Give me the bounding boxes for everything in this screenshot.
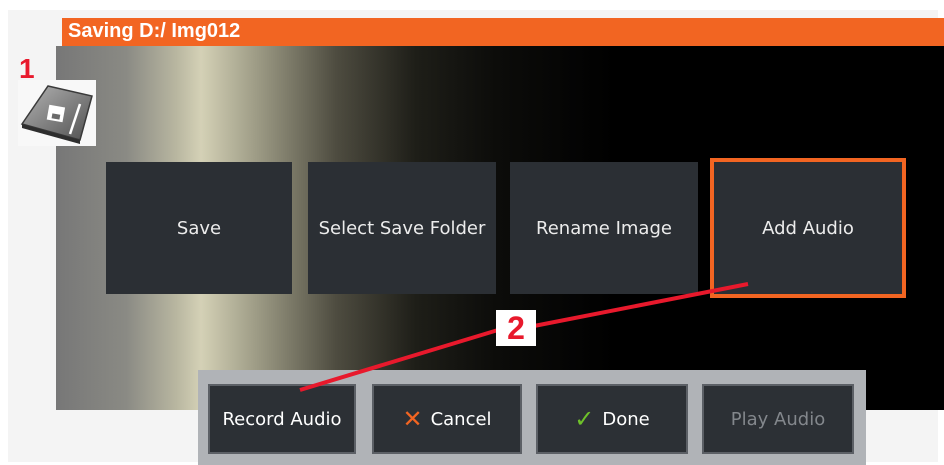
play-audio-label: Play Audio — [730, 408, 826, 430]
cancel-button[interactable]: ✕ Cancel — [372, 384, 522, 454]
title-bar: Saving D:/ Img012 — [62, 18, 944, 46]
save-icon[interactable] — [18, 80, 96, 146]
checkmark-icon: ✓ — [574, 405, 595, 433]
menu-add-audio-label: Add Audio — [762, 217, 854, 239]
callout-number-2: 2 — [496, 310, 536, 346]
menu-rename-image-label: Rename Image — [536, 217, 672, 239]
page-title: Saving D:/ Img012 — [68, 20, 241, 42]
menu-select-save-folder-button[interactable]: Select Save Folder — [308, 162, 496, 294]
floppy-disk-icon — [20, 85, 93, 144]
done-button[interactable]: ✓ Done — [536, 384, 688, 454]
menu-select-save-folder-label: Select Save Folder — [318, 217, 486, 239]
done-label: Done — [602, 408, 650, 430]
menu-save-label: Save — [176, 217, 222, 239]
menu-rename-image-button[interactable]: Rename Image — [510, 162, 698, 294]
record-audio-button[interactable]: Record Audio — [208, 384, 356, 454]
record-audio-label: Record Audio — [222, 408, 342, 430]
menu-save-button[interactable]: Save — [106, 162, 292, 294]
menu-add-audio-button[interactable]: Add Audio — [710, 158, 906, 298]
close-icon: ✕ — [402, 405, 423, 433]
cancel-label: Cancel — [430, 408, 492, 430]
play-audio-button: Play Audio — [702, 384, 854, 454]
